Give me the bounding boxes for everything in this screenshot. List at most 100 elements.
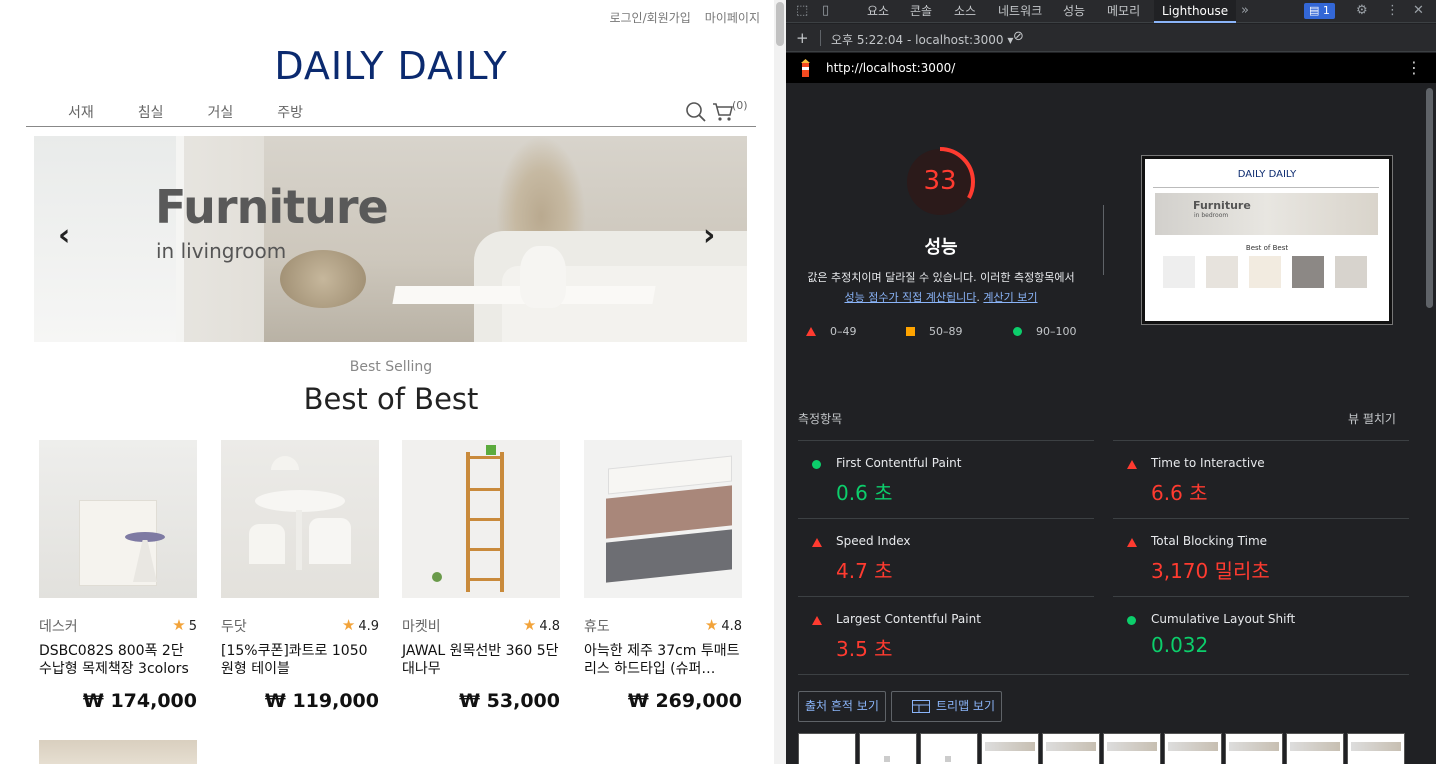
- final-screenshot[interactable]: DAILY DAILY Furniture in bedroom Best of…: [1141, 155, 1393, 325]
- metric-status-icon: [812, 616, 822, 625]
- metric-label: Cumulative Layout Shift: [1151, 612, 1296, 626]
- metric-fcp: First Contentful Paint 0.6 초: [798, 440, 1094, 518]
- metrics-header: 측정항목: [798, 412, 843, 426]
- star-icon: ★: [704, 616, 719, 634]
- banner-prev-button[interactable]: ‹: [58, 218, 70, 253]
- device-toggle-icon[interactable]: ▯: [822, 3, 829, 18]
- pass-circle-icon: [1013, 327, 1022, 336]
- nav-item-livingroom[interactable]: 거실: [208, 102, 234, 122]
- devtools-scrollbar[interactable]: [1423, 84, 1436, 764]
- filmstrip-frame[interactable]: [798, 733, 856, 764]
- inspect-icon[interactable]: ⬚: [796, 3, 808, 18]
- search-icon[interactable]: [685, 101, 707, 123]
- page-scrollbar-thumb[interactable]: [776, 2, 784, 46]
- metric-value: 4.7 초: [836, 559, 893, 583]
- product-rating: ★ 5: [172, 616, 197, 634]
- report-selector[interactable]: 오후 5:22:04 - localhost:3000 ▾: [831, 31, 1013, 48]
- devtools-tabbar: ⬚ ▯ 요소 콘솔 소스 네트워크 성능 메모리 Lighthouse » ▤ …: [786, 0, 1436, 23]
- tab-lighthouse[interactable]: Lighthouse: [1154, 0, 1237, 23]
- product-card[interactable]: 휴도 ★ 4.8 아늑한 제주 37cm 투매트리스 하드타입 (슈퍼… ₩ 26…: [584, 440, 742, 712]
- metric-status-icon: [812, 460, 821, 469]
- filmstrip-frame[interactable]: [1286, 733, 1344, 764]
- product-name[interactable]: 아늑한 제주 37cm 투매트리스 하드타입 (슈퍼…: [584, 642, 744, 678]
- product-brand: 두닷: [221, 619, 247, 635]
- product-image[interactable]: [584, 440, 742, 598]
- performance-score: 33: [923, 166, 957, 196]
- banner-basket: [280, 250, 366, 308]
- screenshot-logo: DAILY DAILY: [1237, 169, 1297, 180]
- section-title: Best of Best: [303, 382, 479, 416]
- issues-badge[interactable]: ▤ 1: [1304, 3, 1335, 19]
- filmstrip-frame[interactable]: [859, 733, 917, 764]
- product-name[interactable]: DSBC082S 800폭 2단 수납형 목제책장 3colors: [39, 642, 199, 678]
- product-brand: 마켓비: [402, 619, 441, 635]
- calculator-link[interactable]: 계산기 보기: [983, 291, 1037, 304]
- tab-performance[interactable]: 성능: [1055, 0, 1093, 23]
- metric-tbt: Total Blocking Time 3,170 밀리초: [1113, 518, 1409, 596]
- login-link[interactable]: 로그인/회원가입: [609, 9, 690, 26]
- expand-view-toggle[interactable]: 뷰 펼치기: [1348, 410, 1396, 427]
- filmstrip-frame[interactable]: [1103, 733, 1161, 764]
- banner-subtitle: in livingroom: [156, 239, 287, 263]
- treemap-icon: [912, 700, 930, 713]
- devtools-scrollbar-thumb[interactable]: [1426, 88, 1433, 308]
- product-image[interactable]: [402, 440, 560, 598]
- metric-value: 6.6 초: [1151, 481, 1208, 505]
- filmstrip-frame[interactable]: [981, 733, 1039, 764]
- product-card[interactable]: 데스커 ★ 5 DSBC082S 800폭 2단 수납형 목제책장 3colors…: [39, 440, 197, 712]
- legend-pass: 90–100: [1013, 325, 1077, 338]
- new-report-icon[interactable]: +: [796, 29, 809, 47]
- site-logo[interactable]: DAILY DAILY: [0, 44, 774, 88]
- filmstrip-frame[interactable]: [1347, 733, 1405, 764]
- product-image[interactable]: [39, 740, 197, 764]
- tab-sources[interactable]: 소스: [946, 0, 984, 23]
- section-subtitle: Best Selling: [349, 359, 433, 375]
- shop-page: 로그인/회원가입 마이페이지 DAILY DAILY 서재 침실 거실 주방 (…: [0, 0, 774, 764]
- tab-elements[interactable]: 요소: [859, 0, 897, 23]
- cart-icon[interactable]: [712, 101, 734, 123]
- product-price: ₩ 119,000: [264, 690, 379, 712]
- tab-console[interactable]: 콘솔: [902, 0, 940, 23]
- category-title: 성능: [924, 237, 958, 258]
- metric-label: First Contentful Paint: [836, 456, 962, 470]
- fail-triangle-icon: [806, 327, 816, 336]
- filmstrip-frame[interactable]: [920, 733, 978, 764]
- metric-cls: Cumulative Layout Shift 0.032: [1113, 596, 1409, 674]
- product-image[interactable]: [221, 440, 379, 598]
- report-menu-icon[interactable]: ⋮: [1406, 58, 1422, 77]
- product-name[interactable]: [15%쿠폰]콰트로 1050 원형 테이블: [221, 642, 381, 678]
- view-trace-button[interactable]: 출처 흔적 보기: [798, 691, 886, 722]
- nav-item-study[interactable]: 서재: [68, 102, 94, 122]
- cart-count: (0): [732, 99, 748, 112]
- banner-vase: [520, 246, 566, 308]
- more-tabs-icon[interactable]: »: [1241, 3, 1249, 18]
- metric-value: 3,170 밀리초: [1151, 559, 1270, 583]
- page-scrollbar[interactable]: [774, 0, 786, 764]
- product-card[interactable]: 두닷 ★ 4.9 [15%쿠폰]콰트로 1050 원형 테이블 ₩ 119,000: [221, 440, 379, 712]
- filmstrip-frame[interactable]: [1164, 733, 1222, 764]
- filmstrip-frame[interactable]: [1042, 733, 1100, 764]
- metric-status-icon: [1127, 538, 1137, 547]
- score-calc-link[interactable]: 성능 점수가 직접 계산됩니다: [844, 291, 976, 304]
- product-card[interactable]: 마켓비 ★ 4.8 JAWAL 원목선반 360 5단 대나무 ₩ 53,000: [402, 440, 560, 712]
- clear-icon[interactable]: ⊘: [1013, 29, 1024, 44]
- settings-icon[interactable]: ⚙: [1356, 3, 1368, 18]
- metric-speed-index: Speed Index 4.7 초: [798, 518, 1094, 596]
- product-rating: ★ 4.9: [341, 616, 379, 634]
- performance-gauge: 33: [903, 145, 977, 219]
- product-name[interactable]: JAWAL 원목선반 360 5단 대나무: [402, 642, 562, 678]
- banner-next-button[interactable]: ›: [703, 218, 715, 253]
- metric-label: Speed Index: [836, 534, 911, 548]
- product-image[interactable]: [39, 440, 197, 598]
- metric-status-icon: [812, 538, 822, 547]
- close-icon[interactable]: ✕: [1413, 3, 1424, 18]
- nav-item-bedroom[interactable]: 침실: [138, 102, 164, 122]
- tab-memory[interactable]: 메모리: [1099, 0, 1148, 23]
- tab-network[interactable]: 네트워크: [990, 0, 1050, 23]
- nav-item-kitchen[interactable]: 주방: [277, 102, 303, 122]
- mypage-link[interactable]: 마이페이지: [705, 9, 760, 26]
- kebab-menu-icon[interactable]: ⋮: [1386, 3, 1399, 18]
- metric-tti: Time to Interactive 6.6 초: [1113, 440, 1409, 518]
- filmstrip-frame[interactable]: [1225, 733, 1283, 764]
- view-treemap-button[interactable]: 트리맵 보기: [891, 691, 1003, 722]
